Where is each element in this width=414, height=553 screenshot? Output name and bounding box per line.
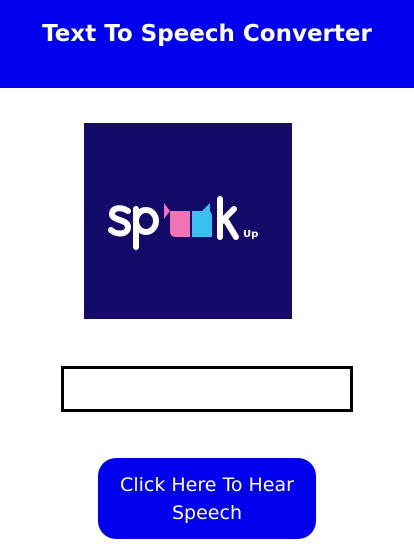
app-header: Text To Speech Converter (0, 0, 414, 88)
logo-pink-quote-tail (164, 203, 170, 219)
speech-text-input[interactable] (61, 366, 353, 412)
logo-letter-s (108, 205, 132, 237)
page-title: Text To Speech Converter (42, 21, 372, 48)
logo-suffix: Up (243, 229, 258, 240)
page: Text To Speech Converter Up Click Here T… (0, 0, 414, 553)
logo-letter-p-bowl (133, 207, 159, 235)
logo-letter-k (217, 196, 239, 240)
logo-graphic: Up (108, 196, 258, 250)
speak-up-logo: Up (84, 123, 292, 319)
logo-blue-quote (192, 211, 212, 237)
logo-pink-quote (170, 211, 190, 237)
hear-speech-button[interactable]: Click Here To Hear Speech (98, 458, 316, 539)
